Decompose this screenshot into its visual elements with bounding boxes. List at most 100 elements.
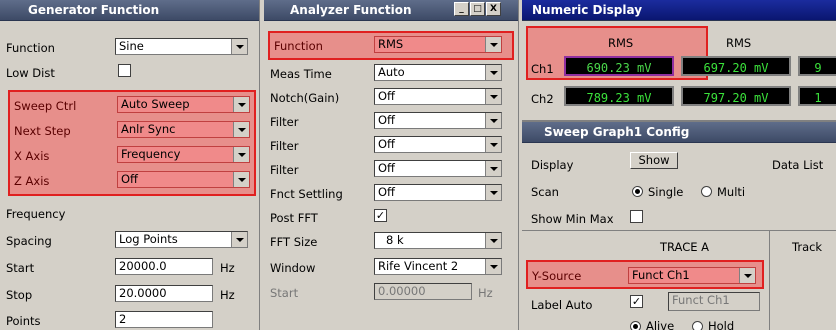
- z-axis-row: Z Axis Off: [10, 169, 254, 192]
- filter-label: Filter: [270, 139, 299, 153]
- x-axis-select[interactable]: Frequency: [117, 146, 250, 163]
- x-axis-label: X Axis: [14, 149, 50, 163]
- ch2-value-3[interactable]: 1: [798, 86, 836, 106]
- window-value: Rife Vincent 2: [378, 259, 459, 273]
- x-axis-row: X Axis Frequency: [10, 144, 254, 167]
- chevron-down-icon[interactable]: [485, 113, 501, 128]
- points-row: Points 2: [0, 309, 259, 330]
- analyzer-function-select[interactable]: RMS: [374, 36, 502, 53]
- chevron-down-icon[interactable]: [485, 161, 501, 176]
- filter-label: Filter: [270, 115, 299, 129]
- numeric-display-area: RMS RMS Ch1 690.23 mV 697.20 mV 9 Ch2 78…: [522, 22, 836, 117]
- stop-label: Stop: [6, 288, 33, 302]
- chevron-down-icon[interactable]: [485, 185, 501, 200]
- ch1-value-2[interactable]: 697.20 mV: [681, 56, 791, 76]
- label-auto-field[interactable]: Funct Ch1: [668, 292, 760, 311]
- chevron-down-icon[interactable]: [485, 233, 501, 248]
- z-axis-select[interactable]: Off: [117, 171, 250, 188]
- chevron-down-icon[interactable]: [739, 268, 755, 283]
- analyzer-start-input[interactable]: 0.00000: [374, 283, 472, 300]
- chevron-down-icon[interactable]: [233, 147, 249, 162]
- fnct-settling-value: Off: [378, 185, 395, 199]
- ch2-value-1[interactable]: 789.23 mV: [564, 86, 674, 106]
- trace-a-header: TRACE A: [660, 240, 710, 254]
- spacing-select[interactable]: Log Points: [115, 231, 248, 248]
- low-dist-label: Low Dist: [6, 66, 55, 80]
- notch-select[interactable]: Off: [374, 88, 502, 105]
- sweep-ctrl-select[interactable]: Auto Sweep: [117, 96, 250, 113]
- numeric-title: Numeric Display: [522, 0, 836, 21]
- spacing-value: Log Points: [119, 232, 178, 246]
- scan-single-label: Single: [648, 185, 684, 199]
- x-axis-value: Frequency: [121, 147, 181, 161]
- next-step-label: Next Step: [14, 124, 71, 138]
- chevron-down-icon[interactable]: [231, 39, 247, 54]
- filter-select-1[interactable]: Off: [374, 112, 502, 129]
- chevron-down-icon[interactable]: [485, 259, 501, 274]
- filter-select-3[interactable]: Off: [374, 160, 502, 177]
- chevron-down-icon[interactable]: [485, 89, 501, 104]
- show-min-max-label: Show Min Max: [531, 212, 614, 226]
- numeric-panel: Numeric Display RMS RMS Ch1 690.23 mV 69…: [522, 0, 836, 330]
- chevron-down-icon[interactable]: [233, 172, 249, 187]
- chevron-down-icon[interactable]: [233, 97, 249, 112]
- chevron-down-icon[interactable]: [231, 232, 247, 247]
- function-select[interactable]: Sine: [115, 38, 248, 55]
- meas-time-select[interactable]: Auto: [374, 64, 502, 81]
- sweep-ctrl-value: Auto Sweep: [121, 97, 190, 111]
- fnct-settling-row: Fnct Settling Off: [264, 182, 518, 205]
- scan-multi-radio[interactable]: [701, 186, 712, 197]
- hold-radio[interactable]: [692, 321, 703, 330]
- analyzer-title-text: Analyzer Function: [290, 3, 412, 17]
- low-dist-checkbox[interactable]: [118, 64, 131, 77]
- y-source-value: Funct Ch1: [632, 268, 690, 282]
- filter-value: Off: [378, 137, 395, 151]
- start-label: Start: [6, 261, 35, 275]
- window-select[interactable]: Rife Vincent 2: [374, 258, 502, 275]
- stop-row: Stop 20.0000 Hz: [0, 283, 259, 306]
- chevron-down-icon[interactable]: [485, 137, 501, 152]
- fnct-settling-select[interactable]: Off: [374, 184, 502, 201]
- start-input[interactable]: 20000.0: [115, 258, 213, 275]
- minimize-icon[interactable]: _: [454, 2, 469, 16]
- post-fft-checkbox[interactable]: ✓: [374, 209, 387, 222]
- ch2-value-2[interactable]: 797.20 mV: [681, 86, 791, 106]
- track-divider: [769, 230, 770, 330]
- alive-radio[interactable]: [630, 321, 641, 330]
- y-source-label: Y-Source: [532, 269, 582, 283]
- stop-input[interactable]: 20.0000: [115, 285, 213, 302]
- ch1-value-1[interactable]: 690.23 mV: [564, 56, 674, 76]
- fft-size-select[interactable]: 8 k: [374, 232, 502, 249]
- fft-size-value: 8 k: [386, 233, 404, 247]
- scan-multi-label: Multi: [717, 185, 746, 199]
- chevron-down-icon[interactable]: [485, 65, 501, 80]
- next-step-select[interactable]: Anlr Sync: [117, 121, 250, 138]
- points-input[interactable]: 2: [115, 311, 213, 328]
- show-min-max-checkbox[interactable]: [630, 210, 643, 223]
- filter-select-2[interactable]: Off: [374, 136, 502, 153]
- spacing-label: Spacing: [6, 234, 52, 248]
- notch-row: Notch(Gain) Off: [264, 86, 518, 109]
- meas-time-label: Meas Time: [270, 67, 332, 81]
- generator-title: Generator Function: [0, 0, 259, 21]
- maximize-icon[interactable]: □: [470, 2, 485, 16]
- analyzer-title: Analyzer Function _ □ X: [264, 0, 518, 21]
- filter-label: Filter: [270, 163, 299, 177]
- chevron-down-icon[interactable]: [233, 122, 249, 137]
- frequency-row: Frequency: [0, 202, 259, 225]
- y-source-select[interactable]: Funct Ch1: [628, 267, 756, 284]
- numeric-title-text: Numeric Display: [532, 3, 643, 17]
- chevron-down-icon[interactable]: [485, 37, 501, 52]
- scan-single-radio[interactable]: [632, 186, 643, 197]
- label-auto-checkbox[interactable]: ✓: [630, 295, 643, 308]
- next-step-row: Next Step Anlr Sync: [10, 119, 254, 142]
- fft-size-label: FFT Size: [270, 235, 318, 249]
- show-button[interactable]: Show: [630, 152, 678, 169]
- ch1-label: Ch1: [531, 62, 554, 76]
- fnct-settling-label: Fnct Settling: [270, 187, 343, 201]
- close-icon[interactable]: X: [486, 2, 501, 16]
- analyzer-function-row: Function RMS: [270, 34, 512, 57]
- ch1-value-3[interactable]: 9: [798, 56, 836, 76]
- notch-label: Notch(Gain): [270, 91, 340, 105]
- generator-function-row: Function Sine: [0, 36, 259, 59]
